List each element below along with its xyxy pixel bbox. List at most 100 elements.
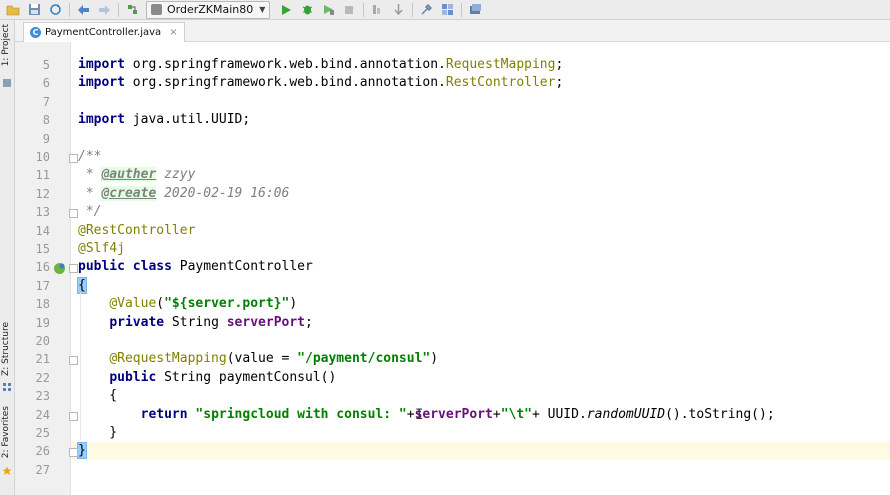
code-text: public class PaymentController [78,258,313,276]
code-line[interactable]: @Value("${server.port}") [71,295,890,313]
code-text: import org.springframework.web.bind.anno… [78,56,563,74]
line-number: 16 [35,260,50,275]
run-configuration-selector[interactable]: OrderZKMain80 ▼ [146,0,271,19]
code-token: ( [156,296,165,312]
line-number: 18 [35,297,50,312]
stop-icon[interactable] [341,2,357,18]
debug-icon[interactable] [299,2,315,18]
code-line[interactable] [71,130,890,148]
back-icon[interactable] [75,2,91,18]
editor-tab-bar: C PaymentController.java × [15,20,890,42]
code-line[interactable]: { [71,387,890,405]
line-number: 24 [35,407,50,422]
tool-window-structure[interactable]: Z: Structure [1,322,11,376]
indent-guide [80,292,81,440]
save-icon[interactable] [26,2,42,18]
toolbar-separator [363,2,365,17]
code-line[interactable]: /** [71,148,890,166]
folder-icon[interactable] [5,2,21,18]
tool-window-favorites[interactable]: 2: Favorites [1,406,11,458]
coverage-icon[interactable] [320,2,336,18]
code-token: { [77,276,87,294]
code-token: String [164,314,227,330]
code-line[interactable]: @RequestMapping(value = "/payment/consul… [71,350,890,368]
code-text: @Value("${server.port}") [78,295,297,313]
code-text: * @create 2020-02-19 16:06 [78,185,289,203]
line-number: 22 [35,370,50,385]
code-line[interactable]: public String paymentConsul() [71,369,890,387]
code-token: public class [78,259,172,275]
code-line[interactable]: @RestController [71,222,890,240]
run-icon[interactable] [278,2,294,18]
code-line[interactable] [71,461,890,479]
code-token: 2020-02-19 16:06 [156,185,290,201]
code-token: /** [78,149,102,164]
line-number: 9 [42,131,50,146]
fold-marker-icon[interactable] [69,264,78,274]
line-number: 20 [35,334,50,348]
settings-icon[interactable] [418,2,434,18]
code-line[interactable]: * @auther zzyy [71,166,890,184]
code-line[interactable]: } [71,442,890,461]
code-token: org.springframework.web.bind.annotation. [124,57,446,72]
tab-payment-controller[interactable]: C PaymentController.java × [23,22,185,42]
code-line[interactable]: import org.springframework.web.bind.anno… [71,74,890,92]
code-token: RequestMapping [445,57,556,72]
tab-label: PaymentController.java [45,27,162,38]
line-number: 25 [35,426,50,440]
code-token: @auther [101,167,157,183]
ant-icon[interactable] [369,2,385,18]
fold-marker-icon[interactable] [69,448,78,458]
line-number: 15 [35,242,50,256]
code-line[interactable]: return "springcloud with consul: "+serve… [71,406,890,424]
toolbar-separator [461,2,463,17]
vcs-icon[interactable] [390,2,406,18]
line-number: 6 [42,76,50,91]
line-number: 12 [35,186,50,201]
code-text: } [77,442,87,460]
close-icon[interactable]: × [169,27,177,38]
line-number: 8 [42,113,50,128]
code-text: /** [78,148,101,166]
code-line[interactable]: { [71,276,890,295]
code-line[interactable]: import org.springframework.web.bind.anno… [71,56,890,74]
code-line[interactable]: * @create 2020-02-19 16:06 [71,185,890,203]
code-token: PaymentController [171,259,313,275]
line-number: 21 [35,352,50,367]
code-token: zzyy [164,167,196,183]
code-line[interactable]: public class PaymentController [71,258,890,276]
build-icon[interactable] [124,2,140,18]
code-line[interactable] [71,332,890,350]
code-token: ; [555,75,564,91]
code-token: @Slf4j [78,241,125,256]
code-line[interactable]: } [71,424,890,442]
tool-window-project[interactable]: 1: Project [1,24,11,66]
run-config-icon [151,4,162,15]
fold-marker-icon[interactable] [69,154,78,163]
fold-marker-icon[interactable] [69,411,78,421]
sdk-icon[interactable] [467,2,483,18]
code-token: serverPort [414,406,493,422]
fold-marker-icon[interactable] [69,209,78,219]
code-line[interactable]: private String serverPort; [71,314,890,332]
code-line[interactable] [71,93,890,111]
code-editor[interactable]: import org.springframework.web.bind.anno… [69,42,890,495]
code-line[interactable]: */ [71,203,890,221]
fold-marker-icon[interactable] [69,356,78,366]
code-line[interactable]: @Slf4j [71,240,890,258]
code-token: } [77,442,87,460]
line-number: 17 [35,278,50,293]
forward-icon[interactable] [96,2,112,18]
line-number: 26 [35,444,50,459]
favorites-star-icon [2,461,12,475]
code-token: "/payment/consul" [297,351,431,367]
spring-bean-icon[interactable] [53,260,66,275]
code-line[interactable]: import java.util.UUID; [71,111,890,129]
project-structure-icon[interactable] [439,2,455,18]
sync-icon[interactable] [47,2,63,18]
code-token: "springcloud with consul: " [195,406,407,422]
code-token: ().toString(); [665,406,775,422]
code-token: private [109,314,165,330]
